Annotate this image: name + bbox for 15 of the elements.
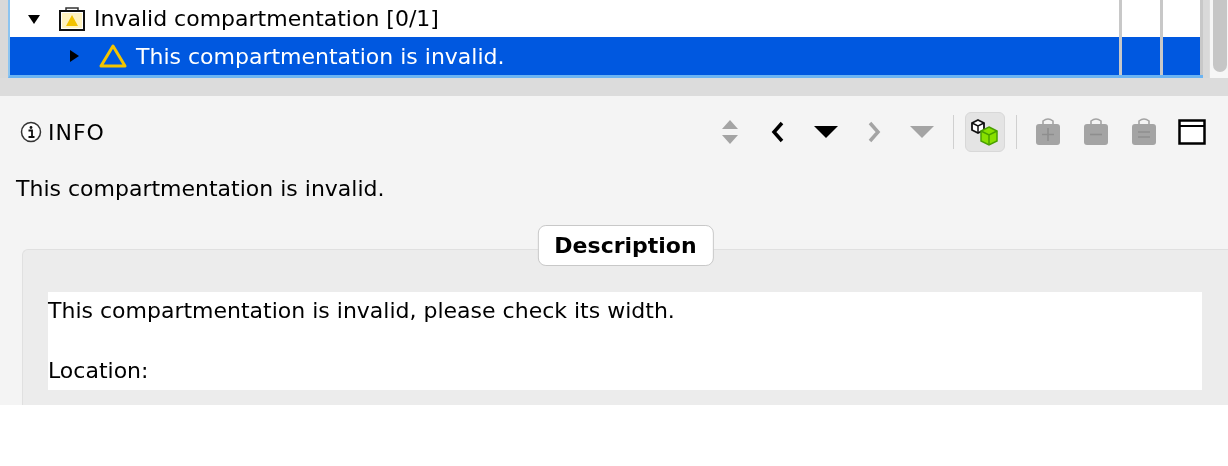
description-legend: Description xyxy=(537,225,714,266)
info-icon xyxy=(20,121,42,143)
warning-icon xyxy=(98,43,128,69)
scrollbar-thumb[interactable] xyxy=(1213,0,1227,72)
cubes-icon[interactable] xyxy=(965,112,1005,152)
description-paragraph: This compartmentation is invalid, please check its width. xyxy=(48,297,676,325)
panel-title: INFO xyxy=(48,119,105,145)
tree-item-label: Invalid compartmentation [0/1] xyxy=(94,6,439,31)
description-paragraph: Location: xyxy=(48,357,150,385)
folder-warning-icon xyxy=(58,5,86,32)
tree-item-label: This compartmentation is invalid. xyxy=(136,43,505,69)
expand-caret-icon[interactable] xyxy=(28,12,40,25)
tree-row[interactable]: This compartmentation is invalid. xyxy=(10,37,1203,75)
collapse-caret-icon[interactable] xyxy=(68,50,80,62)
summary-text: This compartmentation is invalid. xyxy=(16,176,386,201)
